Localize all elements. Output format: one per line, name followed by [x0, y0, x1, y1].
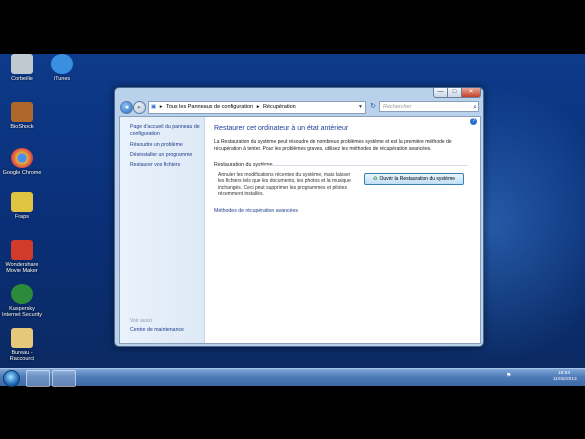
desktop-icon-kaspersky[interactable]: Kaspersky Internet Security	[0, 284, 44, 318]
minimize-button[interactable]: —	[433, 88, 448, 98]
close-button[interactable]: ✕	[461, 88, 481, 98]
itunes-icon	[51, 54, 73, 74]
desktop-icon-movie-maker[interactable]: Wondershare Movie Maker	[0, 240, 44, 274]
clock-date[interactable]: 11/05/2013	[553, 377, 577, 382]
recovery-window: — □ ✕ ◂ ▸ ▣ ▸ Tous les Panneaux de confi…	[114, 87, 484, 347]
content-pane: Page d'accueil du panneau de configurati…	[119, 116, 481, 344]
sidebar-item-restore-files[interactable]: Restaurer vos fichiers	[130, 162, 202, 169]
desktop-icon-label: Wondershare Movie Maker	[5, 262, 39, 274]
search-input[interactable]: Rechercher ⌕	[379, 101, 479, 112]
breadcrumb-all-control-panel[interactable]: Tous les Panneaux de configuration	[166, 104, 253, 110]
recycle-bin-icon	[11, 54, 33, 74]
desktop-icon-label: Bureau - Raccourci	[9, 350, 35, 362]
bioshock-icon	[11, 102, 33, 122]
address-bar[interactable]: ▣ ▸ Tous les Panneaux de configuration ▸…	[148, 101, 366, 114]
breadcrumb-separator: ▸	[256, 104, 260, 110]
taskbar-item-control-panel[interactable]	[52, 370, 76, 387]
taskbar-item-explorer[interactable]	[26, 370, 50, 387]
restore-icon: ♻	[372, 176, 378, 182]
back-button[interactable]: ◂	[120, 101, 133, 114]
system-tray: ⚑ 18:53 11/05/2013	[500, 371, 585, 384]
desktop-icon-label: iTunes	[53, 76, 71, 82]
section-description: Annuler les modifications récentes du sy…	[218, 172, 351, 197]
advanced-recovery-link[interactable]: Méthodes de récupération avancées	[214, 208, 298, 214]
desktop-icon-label: Kaspersky Internet Security	[1, 306, 43, 318]
open-system-restore-label: Ouvrir la Restauration du système	[379, 176, 456, 182]
action-center-flag-icon[interactable]: ⚑	[506, 372, 511, 379]
desktop-icon-itunes[interactable]: iTunes	[40, 54, 84, 82]
section-divider	[260, 165, 468, 166]
open-system-restore-button[interactable]: ♻ Ouvrir la Restauration du système	[364, 173, 464, 185]
title-bar[interactable]: — □ ✕	[115, 88, 483, 100]
page-description: La Restauration du système peut résoudre…	[214, 139, 452, 152]
help-icon[interactable]: ?	[470, 118, 477, 125]
clock-time[interactable]: 18:53	[558, 371, 570, 376]
maximize-button[interactable]: □	[447, 88, 462, 98]
navigation-bar: ◂ ▸ ▣ ▸ Tous les Panneaux de configurati…	[119, 100, 479, 114]
desktop-icon-recycle-bin[interactable]: Corbeille	[0, 54, 44, 82]
shortcut-icon	[11, 328, 33, 348]
desktop-icon-label: Google Chrome	[2, 170, 42, 176]
forward-button[interactable]: ▸	[133, 101, 146, 114]
page-title: Restaurer cet ordinateur à un état antér…	[214, 125, 349, 132]
sidebar-item-action-center[interactable]: Centre de maintenance	[130, 327, 202, 334]
desktop-icon-fraps[interactable]: Fraps	[0, 192, 44, 220]
see-also-heading: Voir aussi	[130, 318, 152, 324]
breadcrumb-recovery[interactable]: Récupération	[263, 104, 296, 110]
fraps-icon	[11, 192, 33, 212]
chrome-icon	[11, 148, 33, 168]
taskbar: ⚑ 18:53 11/05/2013	[0, 368, 585, 387]
sidebar-item-troubleshoot[interactable]: Résoudre un problème	[130, 142, 202, 149]
sidebar-home-link[interactable]: Page d'accueil du panneau de configurati…	[130, 124, 202, 137]
search-icon[interactable]: ⌕	[473, 102, 477, 113]
movie-maker-icon	[11, 240, 33, 260]
start-button[interactable]	[3, 370, 20, 387]
refresh-icon[interactable]: ↻	[368, 101, 378, 112]
sidebar: Page d'accueil du panneau de configurati…	[120, 117, 205, 343]
breadcrumb-separator: ▸	[159, 104, 163, 110]
desktop-icon-label: Corbeille	[11, 76, 33, 82]
address-dropdown-icon[interactable]: ▼	[356, 102, 365, 113]
desktop-icon-bioshock[interactable]: BioShock	[0, 102, 44, 130]
search-placeholder: Rechercher	[383, 104, 412, 110]
desktop-icon-label: Fraps	[14, 214, 30, 220]
kaspersky-icon	[11, 284, 33, 304]
control-panel-icon: ▣	[151, 104, 157, 110]
desktop-icon-shortcut[interactable]: Bureau - Raccourci	[0, 328, 44, 362]
sidebar-item-uninstall[interactable]: Désinstaller un programme	[130, 152, 202, 159]
desktop-icon-label: BioShock	[10, 124, 34, 130]
main-panel: ? Restaurer cet ordinateur à un état ant…	[204, 117, 480, 343]
desktop-icon-chrome[interactable]: Google Chrome	[0, 148, 44, 176]
